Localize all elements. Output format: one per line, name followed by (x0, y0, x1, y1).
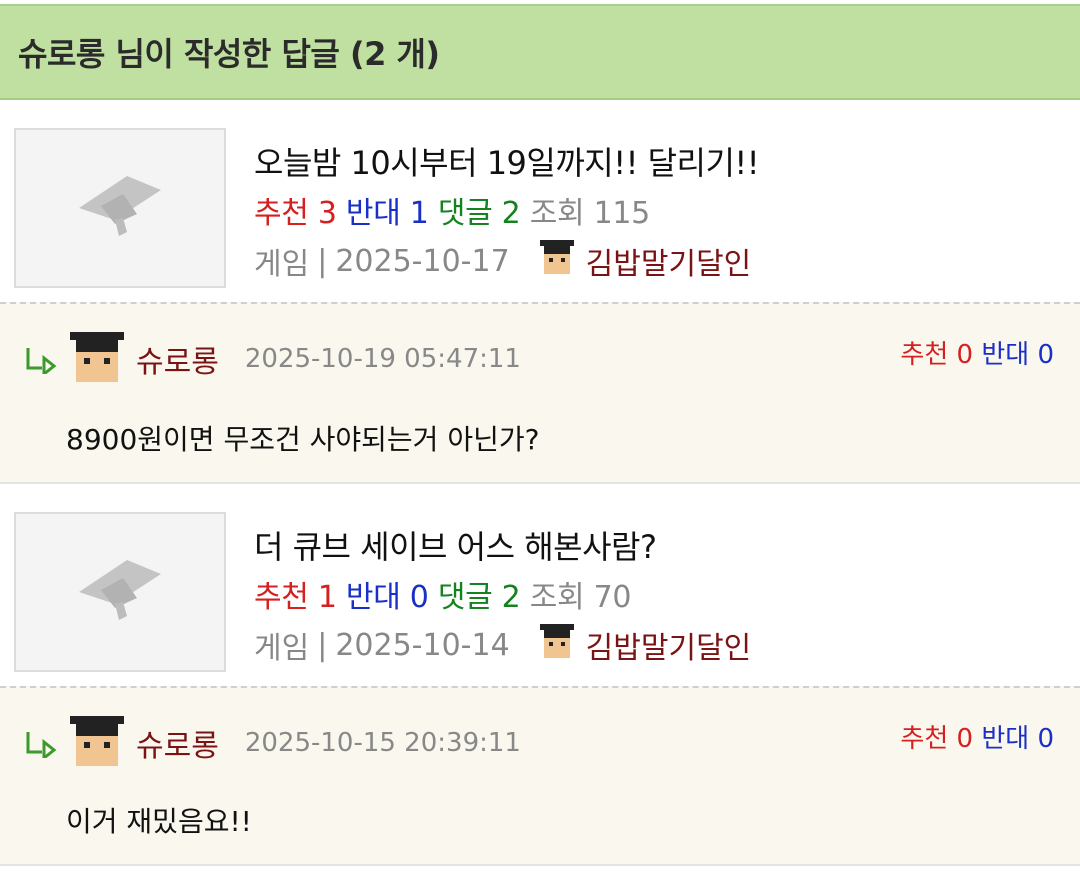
view-label: 조회 (529, 196, 585, 231)
graduation-cap-icon (79, 560, 161, 620)
recommend-label: 추천 (254, 196, 309, 231)
post-thumbnail[interactable] (14, 128, 226, 288)
reply-item: 슈로롱 2025-10-15 20:39:11 추천 0 반대 0 이거 재밌음… (0, 686, 1080, 866)
post-thumbnail[interactable] (14, 512, 226, 672)
meta-separator: | (317, 243, 328, 279)
recommend-count: 3 (317, 196, 337, 231)
reply-oppose-count: 0 (1037, 340, 1054, 370)
reply-author[interactable]: 슈로롱 (136, 337, 219, 381)
comment-count: 2 (501, 196, 521, 231)
post-title[interactable]: 오늘밤 10시부터 19일까지!! 달리기!! (254, 138, 760, 184)
reply-item: 슈로롱 2025-10-19 05:47:11 추천 0 반대 0 8900원이… (0, 302, 1080, 484)
post-category: 게임 (254, 631, 310, 666)
reply-oppose-label[interactable]: 반대 (981, 340, 1029, 370)
recommend-label: 추천 (254, 580, 309, 615)
view-label: 조회 (529, 580, 585, 615)
oppose-count: 1 (409, 196, 429, 231)
post-item[interactable]: 더 큐브 세이브 어스 해본사람? 추천 1 반대 0 댓글 2 조회 70 게… (0, 486, 1080, 688)
reply-recommend-count: 0 (956, 340, 974, 370)
reply-time: 2025-10-15 20:39:11 (244, 728, 521, 758)
post-date: 2025-10-17 (335, 243, 510, 279)
reply-recommend-label[interactable]: 추천 (900, 340, 948, 370)
reply-recommend-count: 0 (956, 724, 974, 754)
reply-arrow-icon (26, 732, 57, 758)
recommend-count: 1 (317, 580, 337, 615)
post-author[interactable]: 김밥말기달인 (586, 623, 752, 667)
student-avatar-icon (70, 714, 124, 772)
post-stats: 추천 1 반대 0 댓글 2 조회 70 (254, 572, 631, 616)
oppose-label: 반대 (345, 580, 401, 615)
post-author[interactable]: 김밥말기달인 (586, 239, 752, 283)
comment-label: 댓글 (437, 196, 493, 231)
reply-oppose-label[interactable]: 반대 (981, 724, 1029, 754)
oppose-label: 반대 (345, 196, 401, 231)
reply-arrow-icon (26, 348, 57, 374)
comment-count: 2 (501, 580, 521, 615)
view-count: 115 (593, 196, 651, 231)
reply-time: 2025-10-19 05:47:11 (244, 344, 521, 374)
view-count: 70 (593, 580, 632, 615)
reply-recommend-label[interactable]: 추천 (900, 724, 948, 754)
reply-author[interactable]: 슈로롱 (136, 721, 219, 765)
page-header: 슈로롱 님이 작성한 답글 (2 개) (0, 4, 1080, 100)
post-date: 2025-10-14 (335, 627, 510, 663)
reply-header: 슈로롱 2025-10-15 20:39:11 (24, 714, 521, 772)
post-stats: 추천 3 반대 1 댓글 2 조회 115 (254, 188, 650, 232)
post-title[interactable]: 더 큐브 세이브 어스 해본사람? (254, 522, 657, 568)
post-item[interactable]: 오늘밤 10시부터 19일까지!! 달리기!! 추천 3 반대 1 댓글 2 조… (0, 102, 1080, 304)
oppose-count: 0 (409, 580, 429, 615)
student-avatar-icon (70, 330, 124, 388)
reply-votes: 추천 0 반대 0 (900, 718, 1054, 755)
reply-votes: 추천 0 반대 0 (900, 334, 1054, 371)
student-avatar-icon (538, 622, 576, 668)
reply-oppose-count: 0 (1037, 724, 1054, 754)
graduation-cap-icon (79, 176, 161, 236)
page-title: 슈로롱 님이 작성한 답글 (2 개) (18, 35, 440, 73)
post-meta: 게임 | 2025-10-17 김밥말기달인 (254, 238, 751, 284)
comment-label: 댓글 (437, 580, 493, 615)
reply-text: 이거 재밌음요!! (66, 805, 252, 838)
post-meta: 게임 | 2025-10-14 김밥말기달인 (254, 622, 751, 668)
reply-header: 슈로롱 2025-10-19 05:47:11 (24, 330, 521, 388)
student-avatar-icon (538, 238, 576, 284)
reply-text: 8900원이면 무조건 사야되는거 아닌가? (66, 423, 540, 456)
meta-separator: | (317, 627, 328, 663)
post-category: 게임 (254, 247, 310, 282)
